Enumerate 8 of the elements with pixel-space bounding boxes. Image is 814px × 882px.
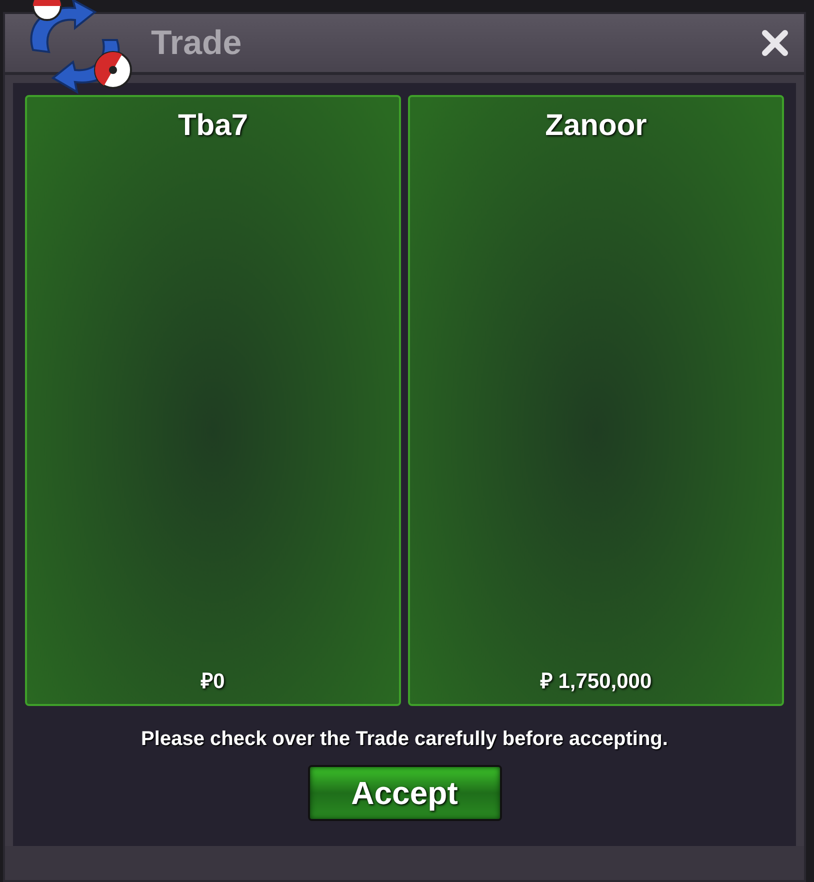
- money-amount: ₽ 1,750,000: [540, 669, 652, 694]
- accept-button[interactable]: Accept: [308, 765, 502, 821]
- window-title: Trade: [151, 24, 243, 62]
- money-amount: ₽0: [201, 669, 225, 694]
- trader-name: Tba7: [178, 109, 248, 143]
- trader-name: Zanoor: [545, 109, 647, 143]
- notice-text: Please check over the Trade carefully before accepting.: [141, 728, 668, 751]
- close-icon: [760, 28, 790, 58]
